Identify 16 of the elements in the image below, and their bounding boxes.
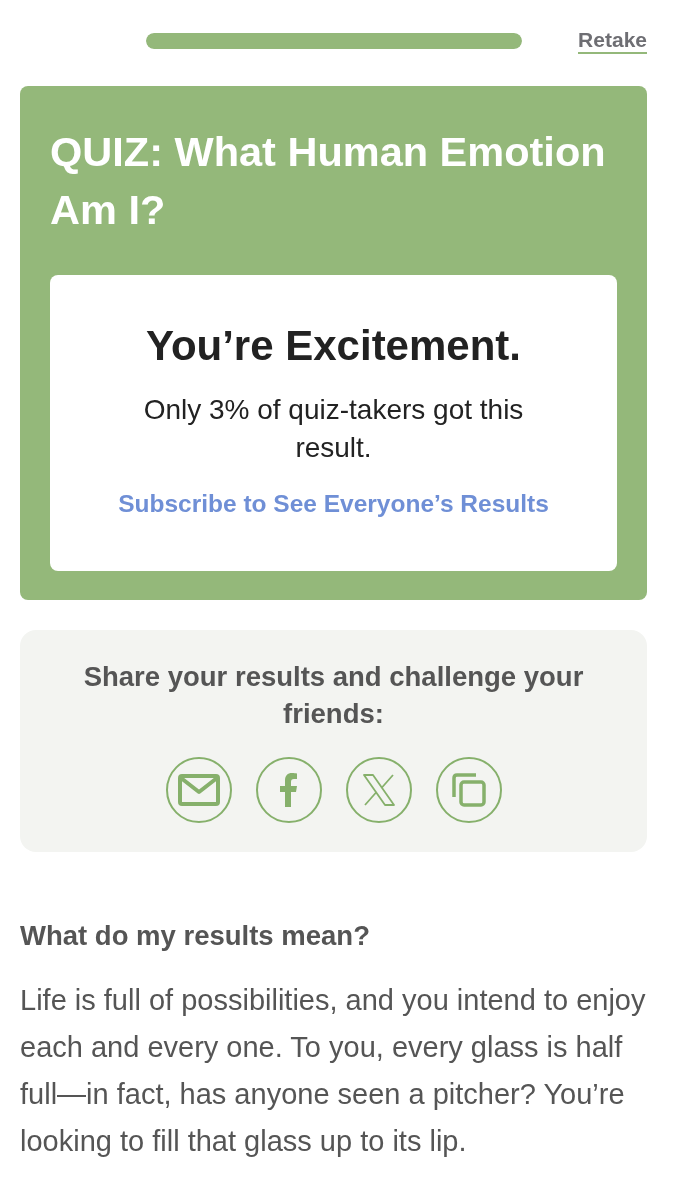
result-heading: You’re Excitement. (145, 321, 522, 371)
copy-link-button[interactable] (435, 757, 502, 823)
meaning-heading: What do my results mean? (20, 919, 371, 953)
retake-link[interactable]: Retake (578, 28, 647, 54)
subscribe-link[interactable]: Subscribe to See Everyone’s Results (118, 489, 549, 519)
copy-icon (451, 773, 486, 807)
result-note: Only 3% of quiz-takers got this result. (142, 393, 525, 465)
facebook-icon (280, 773, 297, 807)
share-prompt: Share your results and challenge your friends: (82, 660, 585, 731)
quiz-title: QUIZ: What Human Emotion Am I? (50, 127, 607, 235)
meaning-paragraph: Life is full of possibilities, and you intend to enjoy each and every one. To you, every glass is half full—in fact, has anyone seen a pitcher? You’re looking to fill that glass up to its lip. (20, 983, 647, 1159)
facebook-share-button[interactable] (255, 757, 322, 823)
envelope-icon (177, 774, 220, 806)
x-logo-icon (362, 774, 395, 806)
email-share-button[interactable] (165, 757, 232, 823)
x-share-button[interactable] (345, 757, 412, 823)
